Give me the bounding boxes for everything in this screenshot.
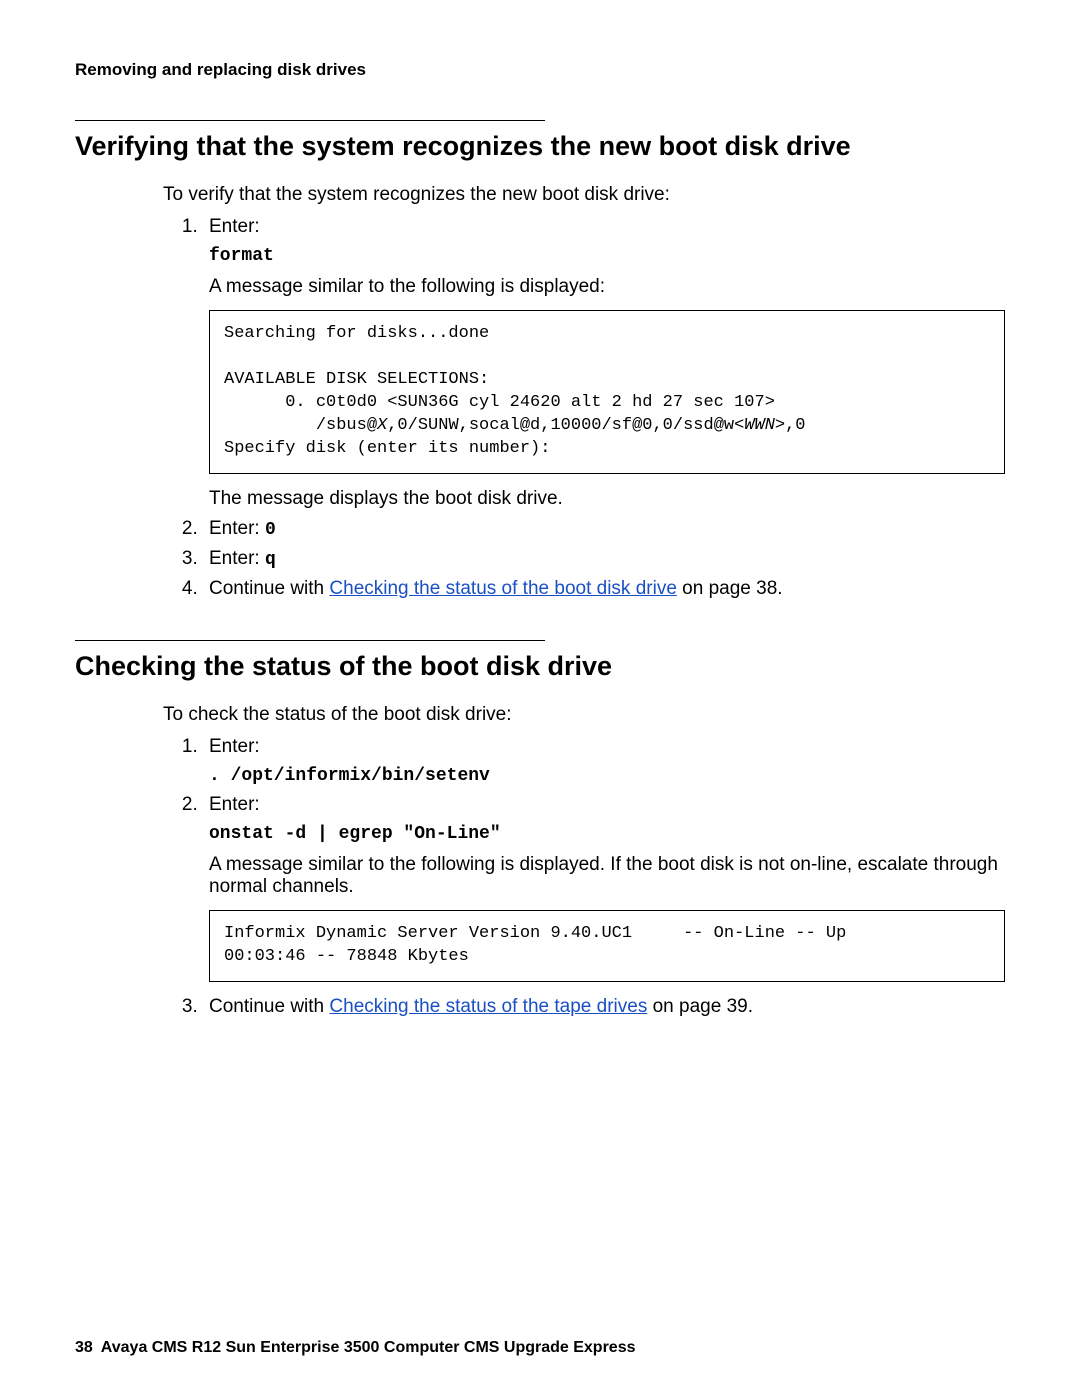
section1-steps: Enter: format A message similar to the f… [183, 216, 1005, 600]
section2-intro: To check the status of the boot disk dri… [163, 704, 1005, 726]
command: format [209, 246, 1005, 266]
step: Enter: q [203, 548, 1005, 570]
step: Enter: format A message similar to the f… [203, 216, 1005, 510]
step-label: Enter: [209, 794, 260, 815]
section-rule [75, 120, 545, 121]
running-header: Removing and replacing disk drives [75, 60, 1005, 80]
section-heading-verifying: Verifying that the system recognizes the… [75, 131, 1005, 162]
step-label: Enter: [209, 548, 265, 569]
step: Continue with Checking the status of the… [203, 996, 1005, 1018]
command: . /opt/informix/bin/setenv [209, 766, 1005, 786]
page-number: 38 [75, 1339, 93, 1356]
step: Enter: onstat -d | egrep "On-Line" A mes… [203, 794, 1005, 982]
section2-steps: Enter: . /opt/informix/bin/setenv Enter:… [183, 736, 1005, 1018]
step-text: Continue with [209, 578, 329, 599]
step-body: A message similar to the following is di… [209, 276, 1005, 298]
page-footer: 38 Avaya CMS R12 Sun Enterprise 3500 Comp… [75, 1339, 636, 1357]
step-body: The message displays the boot disk drive… [209, 488, 1005, 510]
step-text: on page 39. [647, 996, 753, 1017]
section1-intro: To verify that the system recognizes the… [163, 184, 1005, 206]
page: Removing and replacing disk drives Verif… [0, 0, 1080, 1397]
step-label: Enter: [209, 216, 260, 237]
code-output: Informix Dynamic Server Version 9.40.UC1… [209, 910, 1005, 982]
section-rule [75, 640, 545, 641]
step-text: Continue with [209, 996, 329, 1017]
command-inline: q [265, 550, 276, 570]
step: Enter: . /opt/informix/bin/setenv [203, 736, 1005, 786]
footer-title: Avaya CMS R12 Sun Enterprise 3500 Comput… [101, 1339, 636, 1356]
xref-link-checking-boot-disk[interactable]: Checking the status of the boot disk dri… [329, 578, 676, 599]
step-label: Enter: [209, 736, 260, 757]
step: Enter: 0 [203, 518, 1005, 540]
command-inline: 0 [265, 520, 276, 540]
step-label: Enter: [209, 518, 265, 539]
command: onstat -d | egrep "On-Line" [209, 824, 1005, 844]
step-text: on page 38. [677, 578, 783, 599]
step: Continue with Checking the status of the… [203, 578, 1005, 600]
step-body: A message similar to the following is di… [209, 854, 1005, 898]
code-output: Searching for disks...done AVAILABLE DIS… [209, 310, 1005, 474]
xref-link-checking-tape-drives[interactable]: Checking the status of the tape drives [329, 996, 647, 1017]
section-heading-checking: Checking the status of the boot disk dri… [75, 651, 1005, 682]
